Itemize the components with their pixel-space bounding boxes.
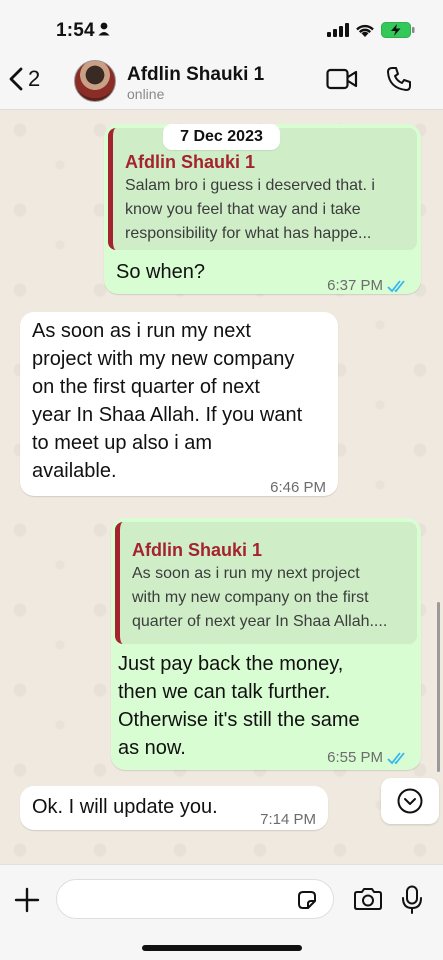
message-input[interactable]: [56, 879, 334, 919]
phone-icon[interactable]: [386, 66, 412, 92]
person-icon: [98, 22, 110, 36]
quoted-reply[interactable]: Afdlin Shauki 1 As soon as i run my next…: [115, 522, 417, 644]
message-meta: 7:14 PM: [260, 806, 316, 834]
status-time: 1:54: [56, 20, 95, 41]
battery-charging-icon: [381, 22, 415, 38]
quoted-text: As soon as i run my next project with my…: [132, 565, 388, 630]
double-check-icon: [387, 752, 405, 765]
status-indicators: [327, 22, 415, 38]
message-meta: 6:37 PM: [327, 272, 409, 300]
date-separator: 7 Dec 2023: [163, 124, 280, 150]
signal-icon: [327, 23, 349, 37]
avatar[interactable]: [74, 60, 116, 102]
status-bar: 1:54: [0, 0, 443, 60]
quoted-sender: Afdlin Shauki 1: [132, 540, 263, 560]
contact-status: online: [127, 86, 165, 102]
scroll-down-icon: [397, 788, 423, 814]
plus-icon[interactable]: [14, 887, 40, 913]
back-button[interactable]: 2: [8, 66, 40, 92]
message-meta: 6:46 PM: [270, 474, 326, 502]
message-meta: 6:55 PM: [327, 744, 409, 772]
input-bar: [0, 864, 443, 960]
message-bubble-incoming[interactable]: As soon as i run my next project with my…: [20, 312, 338, 496]
quoted-text: Salam bro i guess i deserved that. i kno…: [125, 177, 375, 242]
sticker-icon[interactable]: [296, 889, 318, 911]
microphone-icon[interactable]: [401, 885, 423, 915]
chat-header: 2 Afdlin Shauki 1 online: [0, 54, 443, 110]
message-text: As soon as i run my next project with my…: [32, 320, 303, 482]
scrollbar[interactable]: [437, 602, 440, 772]
message-time: 6:37 PM: [327, 277, 383, 294]
back-chevron-icon: [9, 67, 23, 91]
wifi-icon: [356, 24, 374, 37]
video-call-icon[interactable]: [326, 68, 358, 90]
chat-area[interactable]: Afdlin Shauki 1 Salam bro i guess i dese…: [0, 110, 443, 864]
camera-icon[interactable]: [353, 887, 383, 911]
quoted-sender: Afdlin Shauki 1: [125, 152, 256, 172]
message-bubble-incoming[interactable]: Ok. I will update you. 7:14 PM: [20, 786, 328, 830]
message-text: Ok. I will update you.: [32, 796, 218, 818]
message-text: Just pay back the money, then we can tal…: [118, 653, 360, 759]
message-bubble-outgoing[interactable]: Afdlin Shauki 1 As soon as i run my next…: [111, 518, 421, 770]
contact-name[interactable]: Afdlin Shauki 1: [127, 64, 264, 86]
double-check-icon: [387, 280, 405, 293]
scroll-to-bottom-button[interactable]: [381, 778, 439, 824]
message-text: So when?: [116, 261, 205, 283]
message-time: 6:46 PM: [270, 479, 326, 496]
home-indicator[interactable]: [142, 945, 302, 951]
message-time: 7:14 PM: [260, 811, 316, 828]
message-time: 6:55 PM: [327, 749, 383, 766]
unread-count: 2: [28, 66, 41, 91]
